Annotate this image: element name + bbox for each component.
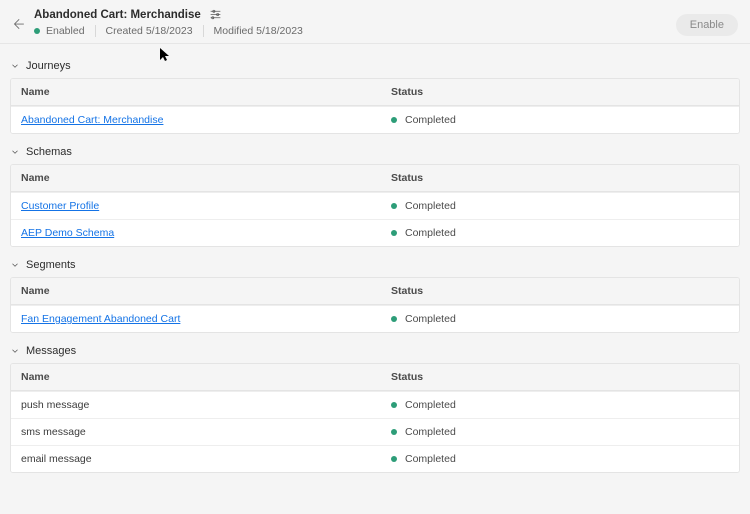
message-name: email message <box>21 453 92 465</box>
message-name: push message <box>21 399 89 411</box>
page-header: Abandoned Cart: Merchandise Enabled Crea… <box>0 0 750 44</box>
status-text: Completed <box>405 313 456 325</box>
created-label: Created <box>106 25 143 37</box>
section-journeys: Journeys Name Status Abandoned Cart: Mer… <box>10 56 740 134</box>
schema-link[interactable]: Customer Profile <box>21 200 99 212</box>
table-row: push message Completed <box>11 391 739 418</box>
section-title: Messages <box>26 345 76 357</box>
enable-button[interactable]: Enable <box>676 14 738 36</box>
segments-table: Name Status Fan Engagement Abandoned Car… <box>10 277 740 333</box>
created-date: 5/18/2023 <box>146 25 193 37</box>
table-header: Name Status <box>11 364 739 391</box>
section-header-schemas[interactable]: Schemas <box>10 142 740 164</box>
status-enabled-label: Enabled <box>46 25 85 37</box>
status-text: Completed <box>405 426 456 438</box>
status-dot-icon <box>391 117 397 123</box>
header-main: Abandoned Cart: Merchandise Enabled Crea… <box>34 8 313 37</box>
table-row: Fan Engagement Abandoned Cart Completed <box>11 305 739 332</box>
chevron-down-icon <box>10 346 20 356</box>
section-segments: Segments Name Status Fan Engagement Aban… <box>10 255 740 333</box>
journeys-table: Name Status Abandoned Cart: Merchandise … <box>10 78 740 134</box>
col-header-name: Name <box>11 364 381 390</box>
settings-sliders-icon[interactable] <box>209 8 222 21</box>
status-text: Completed <box>405 399 456 411</box>
section-header-journeys[interactable]: Journeys <box>10 56 740 78</box>
status-text: Completed <box>405 227 456 239</box>
status-dot-icon <box>34 28 40 34</box>
status-text: Completed <box>405 453 456 465</box>
table-row: email message Completed <box>11 445 739 472</box>
section-header-messages[interactable]: Messages <box>10 341 740 363</box>
chevron-down-icon <box>10 260 20 270</box>
modified-date: 5/18/2023 <box>256 25 303 37</box>
table-row: Customer Profile Completed <box>11 192 739 219</box>
section-title: Segments <box>26 259 76 271</box>
modified-label: Modified <box>214 25 254 37</box>
created-meta: Created 5/18/2023 <box>96 25 203 37</box>
segment-link[interactable]: Fan Engagement Abandoned Cart <box>21 313 180 325</box>
modified-meta: Modified 5/18/2023 <box>204 25 313 37</box>
status-enabled: Enabled <box>34 25 95 37</box>
status-dot-icon <box>391 203 397 209</box>
col-header-name: Name <box>11 278 381 304</box>
status-dot-icon <box>391 456 397 462</box>
schema-link[interactable]: AEP Demo Schema <box>21 227 114 239</box>
table-row: sms message Completed <box>11 418 739 445</box>
col-header-name: Name <box>11 79 381 105</box>
page-title: Abandoned Cart: Merchandise <box>34 9 201 21</box>
status-dot-icon <box>391 316 397 322</box>
table-row: Abandoned Cart: Merchandise Completed <box>11 106 739 133</box>
status-text: Completed <box>405 200 456 212</box>
content-area: Journeys Name Status Abandoned Cart: Mer… <box>0 44 750 485</box>
status-dot-icon <box>391 230 397 236</box>
section-title: Schemas <box>26 146 72 158</box>
schemas-table: Name Status Customer Profile Completed A… <box>10 164 740 247</box>
col-header-name: Name <box>11 165 381 191</box>
journey-link[interactable]: Abandoned Cart: Merchandise <box>21 114 163 126</box>
back-arrow-icon[interactable] <box>10 16 26 32</box>
table-header: Name Status <box>11 165 739 192</box>
col-header-status: Status <box>381 165 739 191</box>
col-header-status: Status <box>381 278 739 304</box>
section-messages: Messages Name Status push message Comple… <box>10 341 740 473</box>
status-dot-icon <box>391 402 397 408</box>
section-schemas: Schemas Name Status Customer Profile Com… <box>10 142 740 247</box>
col-header-status: Status <box>381 364 739 390</box>
table-header: Name Status <box>11 79 739 106</box>
chevron-down-icon <box>10 147 20 157</box>
messages-table: Name Status push message Completed sms m… <box>10 363 740 473</box>
header-meta: Enabled Created 5/18/2023 Modified 5/18/… <box>34 25 313 37</box>
status-dot-icon <box>391 429 397 435</box>
table-header: Name Status <box>11 278 739 305</box>
col-header-status: Status <box>381 79 739 105</box>
table-row: AEP Demo Schema Completed <box>11 219 739 246</box>
chevron-down-icon <box>10 61 20 71</box>
message-name: sms message <box>21 426 86 438</box>
section-title: Journeys <box>26 60 71 72</box>
section-header-segments[interactable]: Segments <box>10 255 740 277</box>
status-text: Completed <box>405 114 456 126</box>
